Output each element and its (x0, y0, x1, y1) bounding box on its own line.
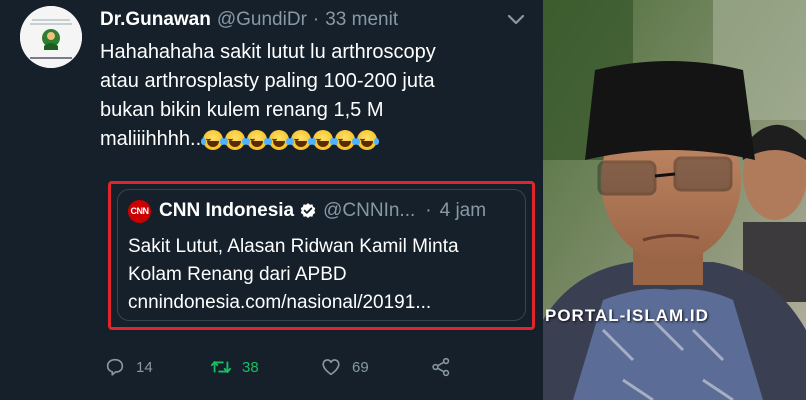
tears-of-joy-emoji-icon (333, 129, 358, 150)
display-name[interactable]: Dr.Gunawan (100, 9, 211, 31)
tweet-text-line: Hahahahaha sakit lutut lu arthroscopy (100, 41, 436, 63)
tweet-pane: Dr.Gunawan @GundiDr · 33 menit Hahahahah… (0, 0, 543, 400)
quoted-handle[interactable]: @CNNIn... (323, 200, 415, 222)
tears-of-joy-emoji-icon (223, 129, 248, 150)
quoted-timestamp[interactable]: 4 jam (440, 200, 486, 222)
share-button[interactable] (430, 352, 452, 382)
chevron-down-icon[interactable] (506, 12, 526, 28)
watermark: PORTAL-ISLAM.ID (545, 306, 709, 325)
tweet-text-line: atau arthrosplasty paling 100-200 juta (100, 70, 435, 92)
profile-avatar-icon (20, 6, 82, 68)
tweet-text-line-last: maliiihhhh.. (100, 125, 530, 154)
retweet-button[interactable]: 38 (210, 352, 259, 382)
like-button[interactable]: 69 (320, 352, 369, 382)
cnn-logo-avatar[interactable]: CNN (128, 199, 151, 223)
heart-icon (322, 359, 340, 376)
tweet-header: Dr.Gunawan @GundiDr · 33 menit (100, 6, 398, 34)
reply-count: 14 (136, 358, 153, 376)
quote-tweet-highlight: CNN CNN Indonesia @CNNIn... · 4 jam Saki… (108, 181, 535, 330)
separator-dot: · (312, 9, 320, 30)
quoted-text-line: Sakit Lutut, Alasan Ridwan Kamil Minta (128, 236, 459, 257)
tears-of-joy-emoji-icon (289, 129, 314, 150)
verified-badge-icon (300, 203, 316, 218)
reply-button[interactable]: 14 (104, 352, 153, 382)
quoted-display-name[interactable]: CNN Indonesia (159, 200, 294, 222)
tears-of-joy-emoji-icon (245, 129, 270, 150)
tears-of-joy-emoji-icon (267, 129, 292, 150)
tears-of-joy-emoji-icon (201, 129, 226, 150)
tweet-text-line: bukan bikin kulem renang 1,5 M (100, 99, 384, 121)
cnn-logo-text: CNN (130, 206, 150, 216)
quoted-tweet-header: CNN CNN Indonesia @CNNIn... · 4 jam (128, 198, 486, 224)
tweet-text: Hahahahaha sakit lutut lu arthroscopy at… (100, 38, 530, 154)
tears-of-joy-emoji-icon (311, 129, 336, 150)
share-icon (432, 357, 450, 377)
retweet-icon (210, 361, 232, 373)
emoji-row (201, 129, 380, 150)
avatar[interactable] (20, 6, 82, 68)
tweet-actions: 14 38 69 (100, 352, 520, 382)
tears-of-joy-emoji-icon (355, 129, 380, 150)
quoted-tweet-card[interactable]: CNN CNN Indonesia @CNNIn... · 4 jam Saki… (117, 189, 526, 321)
reply-icon (106, 358, 124, 376)
man-in-peci-photo (543, 0, 806, 400)
quoted-tweet-text: Sakit Lutut, Alasan Ridwan Kamil Minta K… (128, 233, 528, 317)
news-photo (543, 0, 806, 400)
tweet-text-line: maliiihhhh.. (100, 128, 202, 150)
separator-dot: · (425, 200, 432, 221)
like-count: 69 (352, 358, 369, 376)
retweet-count: 38 (242, 358, 259, 376)
tweet-timestamp[interactable]: 33 menit (325, 9, 398, 31)
quoted-link[interactable]: cnnindonesia.com/nasional/20191... (128, 289, 528, 317)
quoted-text-line: Kolam Renang dari APBD (128, 264, 347, 285)
user-handle[interactable]: @GundiDr (217, 9, 307, 31)
